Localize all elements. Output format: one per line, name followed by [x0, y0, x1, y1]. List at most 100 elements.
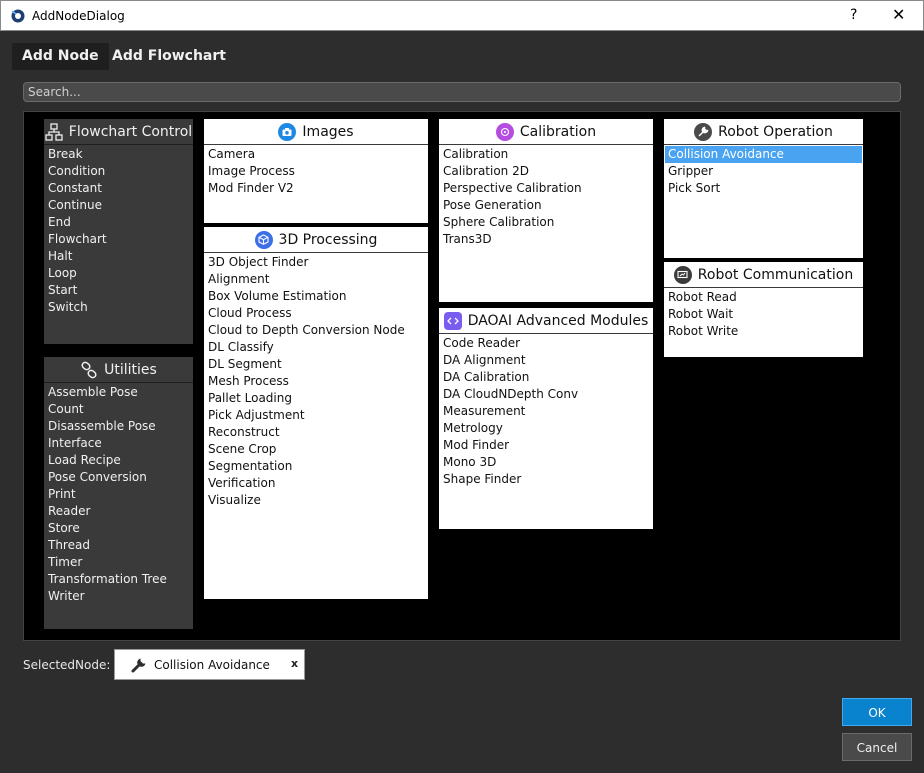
list-item[interactable]: Constant [47, 180, 190, 197]
list-item[interactable]: Box Volume Estimation [207, 288, 425, 305]
panel-utilities: Utilities Assemble Pose Count Disassembl… [44, 357, 193, 629]
list-item[interactable]: Segmentation [207, 458, 425, 475]
panel-title: Images [302, 123, 354, 140]
list-item[interactable]: DL Segment [207, 356, 425, 373]
panel-header: Flowchart Control [44, 119, 193, 145]
list-item[interactable]: Mono 3D [442, 454, 650, 471]
list-item[interactable]: Image Process [207, 163, 425, 180]
panel-daoai-advanced-modules: DAOAI Advanced Modules Code Reader DA Al… [439, 308, 653, 529]
tab-add-flowchart[interactable]: Add Flowchart [102, 43, 236, 70]
list-item[interactable]: Mesh Process [207, 373, 425, 390]
help-button[interactable]: ? [850, 7, 857, 23]
list-item[interactable]: Print [47, 486, 190, 503]
list-item[interactable]: Measurement [442, 403, 650, 420]
list-item[interactable]: Camera [207, 146, 425, 163]
panel-3d-processing: 3D Processing 3D Object Finder Alignment… [204, 227, 428, 599]
panel-robot-communication: Robot Communication Robot Read Robot Wai… [664, 262, 863, 357]
cancel-button[interactable]: Cancel [842, 733, 912, 761]
list-item[interactable]: Disassemble Pose [47, 418, 190, 435]
list-item[interactable]: Robot Write [667, 323, 860, 340]
panel-header: Robot Communication [664, 262, 863, 288]
list-item[interactable]: Perspective Calibration [442, 180, 650, 197]
clear-selection-button[interactable]: x [291, 657, 298, 670]
app-logo-icon [11, 9, 25, 23]
list-item[interactable]: Calibration [442, 146, 650, 163]
close-button[interactable]: ✕ [892, 5, 905, 24]
list-item[interactable]: Pick Sort [667, 180, 860, 197]
panel-title: 3D Processing [278, 231, 378, 248]
list-item[interactable]: Robot Read [667, 289, 860, 306]
list-item-selected[interactable]: Collision Avoidance [665, 146, 862, 163]
panel-flowchart-control: Flowchart Control Break Condition Consta… [44, 119, 193, 344]
list-item[interactable]: Metrology [442, 420, 650, 437]
target-icon [495, 122, 514, 141]
list-item[interactable]: Alignment [207, 271, 425, 288]
search-input[interactable] [23, 82, 901, 102]
list-item[interactable]: Mod Finder [442, 437, 650, 454]
list-item[interactable]: Pose Generation [442, 197, 650, 214]
list-item[interactable]: Sphere Calibration [442, 214, 650, 231]
list-item[interactable]: Reader [47, 503, 190, 520]
list-item[interactable]: Thread [47, 537, 190, 554]
list-item[interactable]: Count [47, 401, 190, 418]
panel-list: 3D Object Finder Alignment Box Volume Es… [204, 253, 428, 599]
panel-title: Calibration [519, 123, 597, 140]
list-item[interactable]: Condition [47, 163, 190, 180]
list-item[interactable]: Start [47, 282, 190, 299]
list-item[interactable]: End [47, 214, 190, 231]
list-item[interactable]: Scene Crop [207, 441, 425, 458]
node-palette: Flowchart Control Break Condition Consta… [23, 111, 901, 641]
list-item[interactable]: Pallet Loading [207, 390, 425, 407]
selected-node-chip[interactable]: Collision Avoidance x [114, 649, 305, 680]
list-item[interactable]: Calibration 2D [442, 163, 650, 180]
list-item[interactable]: Code Reader [442, 335, 650, 352]
list-item[interactable]: Loop [47, 265, 190, 282]
list-item[interactable]: DA Calibration [442, 369, 650, 386]
tab-add-node[interactable]: Add Node [12, 43, 109, 70]
list-item[interactable]: Cloud Process [207, 305, 425, 322]
flowchart-icon [45, 122, 63, 141]
list-item[interactable]: Transformation Tree [47, 571, 190, 588]
list-item[interactable]: Gripper [667, 163, 860, 180]
panel-list: Camera Image Process Mod Finder V2 [204, 145, 428, 223]
list-item[interactable]: DL Classify [207, 339, 425, 356]
selected-node-label: SelectedNode: [23, 658, 111, 672]
list-item[interactable]: Mod Finder V2 [207, 180, 425, 197]
list-item[interactable]: Halt [47, 248, 190, 265]
list-item[interactable]: Writer [47, 588, 190, 605]
panel-title: Utilities [104, 361, 157, 378]
list-item[interactable]: Timer [47, 554, 190, 571]
ok-button[interactable]: OK [842, 698, 912, 726]
list-item[interactable]: Break [47, 146, 190, 163]
list-item[interactable]: Trans3D [442, 231, 650, 248]
list-item[interactable]: DA CloudNDepth Conv [442, 386, 650, 403]
list-item[interactable]: DA Alignment [442, 352, 650, 369]
panel-images: Images Camera Image Process Mod Finder V… [204, 119, 428, 223]
list-item[interactable]: Interface [47, 435, 190, 452]
list-item[interactable]: Verification [207, 475, 425, 492]
list-item[interactable]: Cloud to Depth Conversion Node [207, 322, 425, 339]
list-item[interactable]: Robot Wait [667, 306, 860, 323]
list-item[interactable]: 3D Object Finder [207, 254, 425, 271]
panel-list: Code Reader DA Alignment DA Calibration … [439, 334, 653, 529]
panel-list: Break Condition Constant Continue End Fl… [44, 145, 193, 344]
list-item[interactable]: Store [47, 520, 190, 537]
wrench-icon [694, 122, 713, 141]
list-item[interactable]: Continue [47, 197, 190, 214]
list-item[interactable]: Flowchart [47, 231, 190, 248]
list-item[interactable]: Pick Adjustment [207, 407, 425, 424]
cube-icon [254, 230, 273, 249]
window-title: AddNodeDialog [32, 9, 125, 23]
list-item[interactable]: Shape Finder [442, 471, 650, 488]
panel-list: Robot Read Robot Wait Robot Write [664, 288, 863, 357]
camera-icon [278, 122, 297, 141]
list-item[interactable]: Reconstruct [207, 424, 425, 441]
list-item[interactable]: Pose Conversion [47, 469, 190, 486]
list-item[interactable]: Assemble Pose [47, 384, 190, 401]
list-item[interactable]: Load Recipe [47, 452, 190, 469]
list-item[interactable]: Visualize [207, 492, 425, 509]
list-item[interactable]: Switch [47, 299, 190, 316]
panel-header: 3D Processing [204, 227, 428, 253]
wrench-icon [131, 658, 146, 673]
panel-title: DAOAI Advanced Modules [467, 312, 649, 329]
